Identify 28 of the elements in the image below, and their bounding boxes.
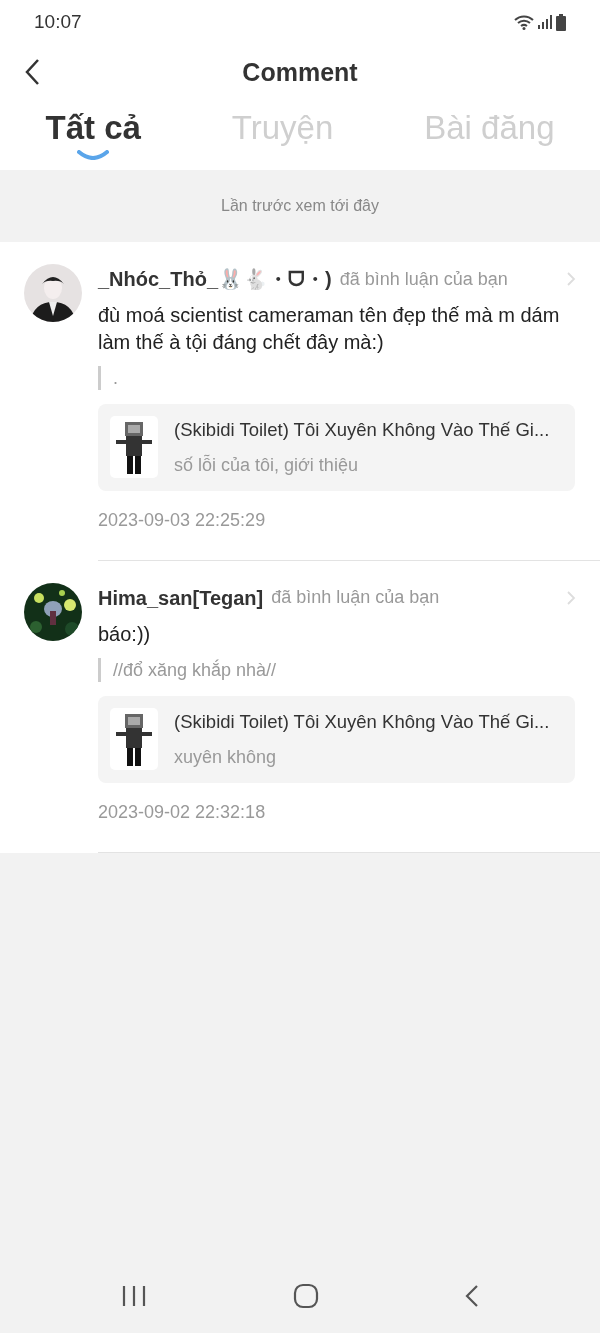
comment-action: đã bình luận của bạn [339, 267, 508, 291]
quoted-text: . [98, 366, 600, 390]
story-tags: số lỗi của tôi, giới thiệu [174, 451, 550, 479]
recent-apps-icon [121, 1285, 147, 1308]
timestamp: 2023-09-02 22:32:18 [98, 801, 266, 822]
comment-action: đã bình luận của bạn [271, 586, 440, 610]
home-icon [293, 1282, 319, 1309]
tab[interactable]: Tất cả [41, 108, 145, 148]
quoted-text: //đổ xăng khắp nhà// [98, 657, 600, 682]
last-viewed-notice: Lần trước xem tới đây [221, 196, 379, 216]
battery-icon [556, 13, 566, 31]
wifi-icon [514, 14, 534, 30]
story-title: (Skibidi Toilet) Tôi Xuyên Không Vào Thế Gi... [174, 709, 550, 734]
comment-text: đù moá scientist cameraman tên đẹp thế mà m dám làm thế à tội đáng chết đây mà:) [98, 303, 561, 355]
signal-icon [538, 15, 552, 29]
username[interactable]: _Nhóc_Thỏ_🐰🐇・ᗜ・) [98, 264, 332, 294]
timestamp: 2023-09-03 22:25:29 [98, 509, 266, 530]
username[interactable]: Hima_san[Tegan] [98, 582, 264, 613]
status-time: 10:07 [34, 9, 82, 34]
back-icon [465, 1283, 479, 1308]
back-icon [24, 58, 40, 86]
page-title: Comment [242, 57, 358, 89]
tab-indicator [77, 149, 110, 160]
story-card[interactable]: (Skibidi Toilet) Tôi Xuyên Không Vào Thế Gi... xuyên không [98, 695, 575, 783]
story-title: (Skibidi Toilet) Tôi Xuyên Không Vào Thế Gi... [174, 418, 550, 442]
story-card[interactable]: (Skibidi Toilet) Tôi Xuyên Không Vào Thế Gi... số lỗi của tôi, giới thiệu [98, 404, 575, 491]
comment-text: báo:)) [98, 621, 152, 647]
story-tags: xuyên không [174, 743, 550, 771]
